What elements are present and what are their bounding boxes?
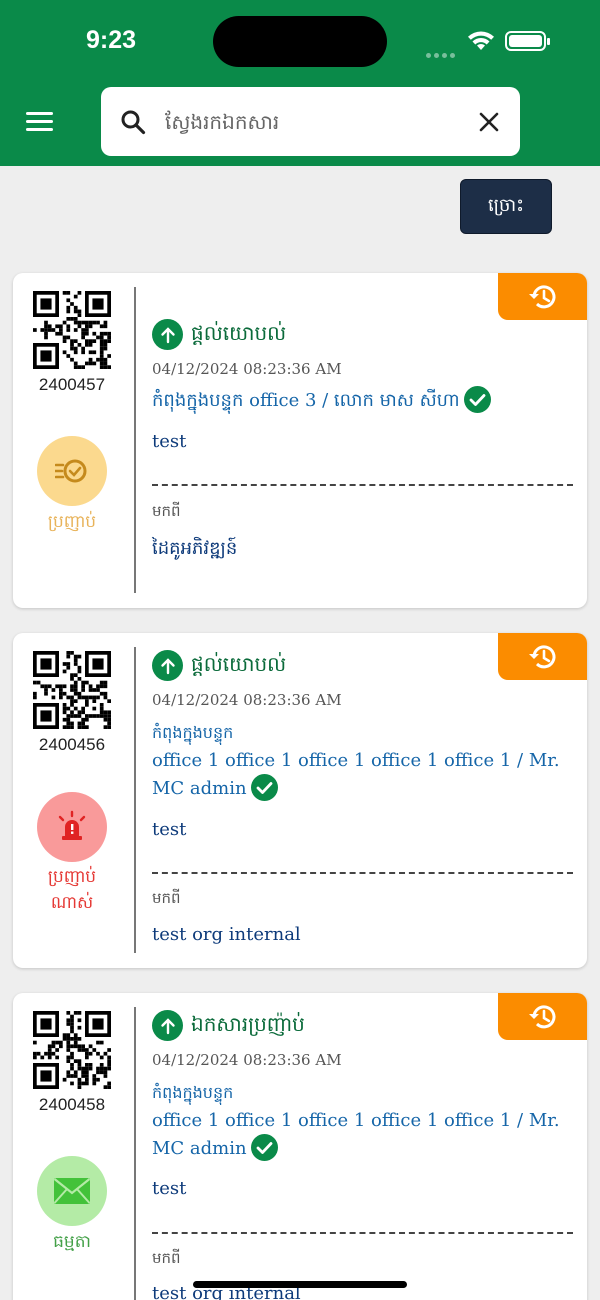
search-bar[interactable]	[101, 87, 520, 156]
check-icon	[463, 385, 491, 413]
document-id: 2400458	[38, 1095, 106, 1114]
filter-button[interactable]: ច្រោះ	[460, 179, 552, 234]
arrow-up-icon	[152, 650, 183, 681]
document-card[interactable]: 2400458 ធម្មតា ឯកសារប្រញ៉ាប់ 04/12/2024 …	[13, 993, 587, 1300]
card-body-text: test	[152, 819, 187, 840]
document-card[interactable]: 2400457 ប្រញាប់ ផ្តល់យោបល់ 04/12/2024 08…	[13, 273, 587, 608]
qr-code-icon	[33, 1011, 111, 1089]
home-indicator	[193, 1281, 407, 1288]
date-time: 04/12/2024 08:23:36 AM	[152, 691, 342, 709]
date-time: 04/12/2024 08:23:36 AM	[152, 360, 342, 378]
cellular-signal-icon	[426, 43, 458, 62]
arrow-up-icon	[152, 319, 183, 350]
from-label: មកពី	[152, 502, 181, 520]
location-line: office 1 office 1 office 1 office 1 offi…	[152, 750, 560, 799]
priority-label: ប្រញាប់	[47, 512, 97, 532]
document-card[interactable]: 2400456 ប្រញាប់ណាស់ ផ្តល់យោបល់ 04/12/202…	[13, 633, 587, 968]
history-icon	[528, 644, 555, 668]
from-label: មកពី	[152, 1249, 181, 1267]
history-button[interactable]	[498, 633, 587, 680]
location-text: កំពុងក្នុងបន្ទុក office 1 office 1 offic…	[152, 1079, 573, 1163]
history-icon	[528, 284, 555, 308]
check-icon	[250, 1133, 278, 1161]
divider	[134, 287, 136, 593]
history-button[interactable]	[498, 993, 587, 1040]
battery-icon	[505, 31, 550, 51]
action-label: ផ្តល់យោបល់	[191, 651, 287, 676]
divider	[134, 1007, 136, 1300]
date-time: 04/12/2024 08:23:36 AM	[152, 1051, 342, 1069]
document-id: 2400456	[38, 735, 106, 754]
qr-code-icon	[33, 291, 111, 369]
dynamic-island	[213, 16, 387, 67]
from-value: test org internal	[152, 924, 301, 945]
action-label: ឯកសារប្រញ៉ាប់	[191, 1011, 305, 1036]
history-button[interactable]	[498, 273, 587, 320]
arrow-up-icon	[152, 1010, 183, 1041]
search-icon	[121, 110, 146, 135]
priority-badge	[37, 792, 107, 862]
fast-clock-icon	[55, 459, 87, 483]
check-icon	[250, 773, 278, 801]
envelope-icon	[53, 1178, 91, 1204]
action-row: ឯកសារប្រញ៉ាប់	[152, 1010, 305, 1041]
from-label: មកពី	[152, 889, 181, 907]
action-row: ផ្តល់យោបល់	[152, 319, 286, 350]
location-line: កំពុងក្នុងបន្ទុក	[152, 1083, 234, 1102]
document-id: 2400457	[38, 375, 106, 394]
priority-label: ប្រញាប់ណាស់	[47, 867, 97, 913]
priority-label: ធម្មតា	[53, 1232, 91, 1252]
location-text: កំពុងក្នុងបន្ទុក office 1 office 1 offic…	[152, 719, 573, 803]
search-input[interactable]	[165, 105, 465, 139]
dashed-divider	[152, 872, 573, 874]
siren-icon	[58, 810, 86, 840]
location-text: កំពុងក្នុងបន្ទុក office 3 / លោក មាស សីហា	[152, 385, 573, 415]
action-label: ផ្តល់យោបល់	[191, 320, 287, 345]
action-row: ផ្តល់យោបល់	[152, 650, 286, 681]
wifi-icon	[468, 31, 494, 50]
location-line: កំពុងក្នុងបន្ទុក office 3 / លោក មាស សីហា	[152, 390, 460, 411]
card-body-text: test	[152, 431, 187, 452]
status-time: 9:23	[86, 26, 137, 54]
qr-code-icon	[33, 651, 111, 729]
location-line: កំពុងក្នុងបន្ទុក	[152, 723, 234, 742]
card-body-text: test	[152, 1178, 187, 1199]
priority-badge	[37, 436, 107, 506]
history-icon	[528, 1004, 555, 1028]
dashed-divider	[152, 484, 573, 486]
app-header: 9:23	[0, 0, 600, 166]
from-value: ដៃគូអភិវឌ្ឍន៍	[152, 538, 238, 559]
location-line: office 1 office 1 office 1 office 1 offi…	[152, 1110, 560, 1159]
menu-button[interactable]	[26, 112, 53, 132]
divider	[134, 647, 136, 953]
priority-badge	[37, 1156, 107, 1226]
clear-icon[interactable]	[478, 111, 500, 133]
dashed-divider	[152, 1232, 573, 1234]
